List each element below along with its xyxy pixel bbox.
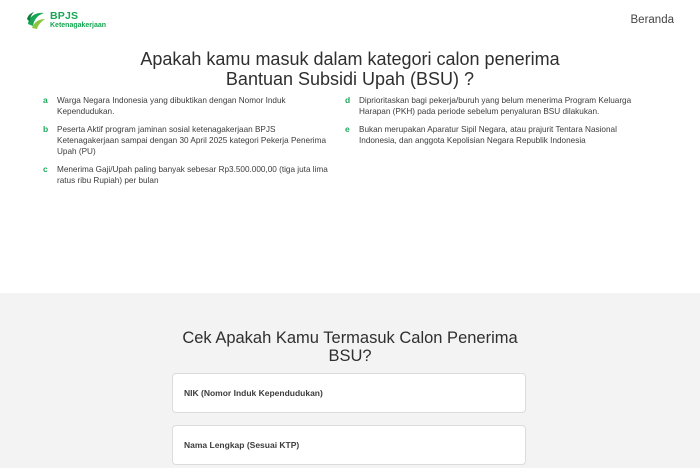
criteria-letter: d — [345, 95, 351, 105]
criteria-letter: a — [43, 95, 48, 105]
criteria-item-a: a Warga Negara Indonesia yang dibuktikan… — [43, 95, 333, 117]
nik-field-label: NIK (Nomor Induk Kependudukan) — [184, 388, 323, 398]
criteria-text: Diprioritaskan bagi pekerja/buruh yang b… — [359, 96, 632, 116]
criteria-letter: e — [345, 124, 350, 134]
nik-field[interactable]: NIK (Nomor Induk Kependudukan) — [172, 373, 526, 413]
criteria-item-d: d Diprioritaskan bagi pekerja/buruh yang… — [345, 95, 645, 117]
criteria-text: Warga Negara Indonesia yang dibuktikan d… — [57, 96, 286, 116]
criteria-letter: b — [43, 124, 49, 134]
logo-brand-text: BPJS — [50, 9, 79, 22]
page-title: Apakah kamu masuk dalam kategori calon p… — [140, 49, 560, 89]
criteria-text: Bukan merupakan Aparatur Sipil Negara, a… — [359, 125, 617, 145]
header: BPJS Ketenagakerjaan Beranda — [0, 0, 700, 40]
check-section: Cek Apakah Kamu Termasuk Calon Penerima … — [0, 293, 700, 468]
bpjs-logo-icon — [27, 12, 45, 29]
logo-sub-text: Ketenagakerjaan — [50, 22, 107, 30]
full-name-field[interactable]: Nama Lengkap (Sesuai KTP) — [172, 425, 526, 465]
criteria-text: Menerima Gaji/Upah paling banyak sebesar… — [57, 165, 328, 185]
nav-link-beranda[interactable]: Beranda — [631, 14, 674, 26]
criteria-letter: c — [43, 164, 48, 174]
criteria-text: Peserta Aktif program jaminan sosial ket… — [57, 125, 326, 156]
criteria-item-b: b Peserta Aktif program jaminan sosial k… — [43, 124, 333, 157]
check-title: Cek Apakah Kamu Termasuk Calon Penerima … — [182, 329, 518, 365]
criteria-item-e: e Bukan merupakan Aparatur Sipil Negara,… — [345, 124, 645, 146]
criteria-list-left: a Warga Negara Indonesia yang dibuktikan… — [43, 95, 333, 193]
criteria-list-right: d Diprioritaskan bagi pekerja/buruh yang… — [345, 95, 645, 153]
criteria-item-c: c Menerima Gaji/Upah paling banyak sebes… — [43, 164, 333, 186]
full-name-field-label: Nama Lengkap (Sesuai KTP) — [184, 440, 300, 450]
bpjs-logo[interactable]: BPJS Ketenagakerjaan — [25, 9, 106, 31]
